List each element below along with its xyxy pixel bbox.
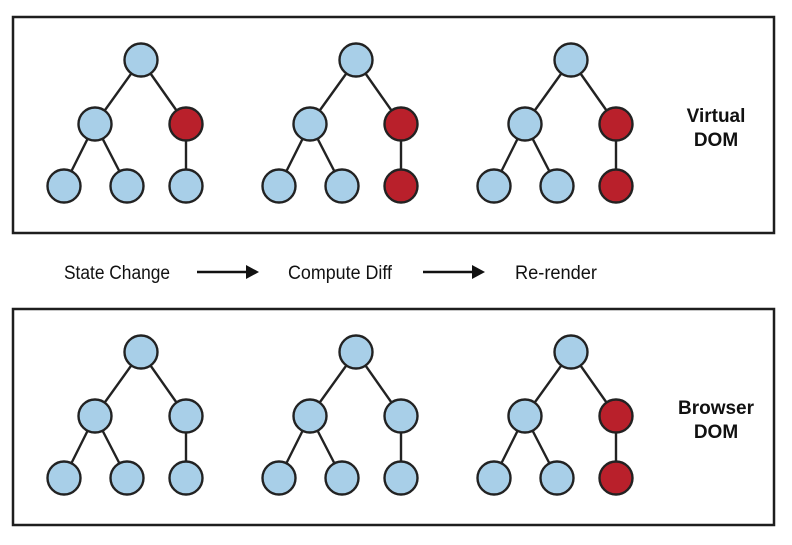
tree-node-left-right-leaf bbox=[324, 460, 360, 496]
tree-node-right-leaf-changed bbox=[598, 460, 634, 496]
tree-node-left-left-leaf bbox=[476, 460, 512, 496]
tree-node-root bbox=[123, 334, 159, 370]
tree-node-left-right-leaf bbox=[324, 168, 360, 204]
tree-node-left-child bbox=[507, 106, 543, 142]
tree-node-left-child bbox=[292, 398, 328, 434]
tree-node-right-child-changed bbox=[168, 106, 204, 142]
arrow-icon bbox=[197, 265, 259, 279]
step-re-render: Re-render bbox=[515, 263, 598, 284]
tree-node-left-child bbox=[507, 398, 543, 434]
tree-node-left-left-leaf bbox=[46, 168, 82, 204]
tree-node-left-child bbox=[292, 106, 328, 142]
tree-node-left-right-leaf bbox=[539, 168, 575, 204]
tree-node-right-child bbox=[168, 398, 204, 434]
tree-node-root bbox=[553, 42, 589, 78]
tree-node-root bbox=[553, 334, 589, 370]
step-state-change: State Change bbox=[64, 263, 170, 284]
tree-node-right-child bbox=[383, 398, 419, 434]
step-compute-diff: Compute Diff bbox=[288, 263, 393, 284]
tree-node-root bbox=[338, 334, 374, 370]
tree-node-right-child-changed bbox=[598, 398, 634, 434]
tree-node-left-child bbox=[77, 106, 113, 142]
tree-node-left-right-leaf bbox=[109, 168, 145, 204]
virtual-dom-label-line1: Virtual bbox=[687, 106, 746, 127]
tree-node-right-leaf bbox=[168, 168, 204, 204]
tree-node-right-child-changed bbox=[598, 106, 634, 142]
tree-node-right-child-changed bbox=[383, 106, 419, 142]
diagram-canvas: Virtual DOM Browser DOM State Change Com… bbox=[11, 15, 776, 527]
tree-node-root bbox=[123, 42, 159, 78]
tree-node-left-left-leaf bbox=[46, 460, 82, 496]
tree-node-right-leaf bbox=[168, 460, 204, 496]
virtual-dom-label-line2: DOM bbox=[694, 130, 738, 151]
tree-node-root bbox=[338, 42, 374, 78]
tree-node-right-leaf bbox=[383, 460, 419, 496]
tree-node-left-left-leaf bbox=[261, 168, 297, 204]
tree-node-left-left-leaf bbox=[261, 460, 297, 496]
browser-dom-label-line2: DOM bbox=[694, 422, 738, 443]
tree-node-left-left-leaf bbox=[476, 168, 512, 204]
tree-node-right-leaf-changed bbox=[383, 168, 419, 204]
arrow-icon bbox=[423, 265, 485, 279]
tree-node-right-leaf-changed bbox=[598, 168, 634, 204]
tree-node-left-child bbox=[77, 398, 113, 434]
browser-dom-label-line1: Browser bbox=[678, 398, 755, 419]
tree-node-left-right-leaf bbox=[109, 460, 145, 496]
tree-node-left-right-leaf bbox=[539, 460, 575, 496]
